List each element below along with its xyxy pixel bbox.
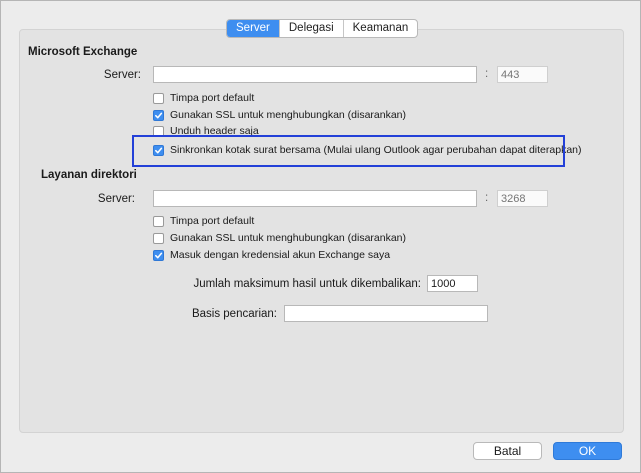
directory-server-label: Server: <box>97 193 135 205</box>
exchange-port-input[interactable] <box>497 66 548 83</box>
checkbox-box[interactable] <box>153 215 164 227</box>
directory-heading: Layanan direktori <box>41 169 137 181</box>
exchange-ssl-checkbox[interactable]: Gunakan SSL untuk menghubungkan (disaran… <box>153 109 406 121</box>
advanced-settings-window: Server Delegasi Keamanan Microsoft Excha… <box>0 0 641 473</box>
exchange-port-colon: : <box>485 68 489 80</box>
directory-port-colon: : <box>485 192 489 204</box>
checkbox-label: Timpa port default <box>170 92 255 104</box>
exchange-server-label: Server: <box>103 69 141 81</box>
highlight-box <box>132 135 565 167</box>
ok-button[interactable]: OK <box>553 442 622 460</box>
settings-panel <box>19 29 624 433</box>
directory-login-credentials-checkbox[interactable]: Masuk dengan kredensial akun Exchange sa… <box>153 249 390 261</box>
search-base-label: Basis pencarian: <box>191 308 277 320</box>
directory-port-input[interactable] <box>497 190 548 207</box>
exchange-override-port-checkbox[interactable]: Timpa port default <box>153 92 254 104</box>
tab-keamanan[interactable]: Keamanan <box>342 20 418 37</box>
tab-bar: Server Delegasi Keamanan <box>226 19 419 38</box>
checkbox-label: Gunakan SSL untuk menghubungkan (disaran… <box>170 232 407 244</box>
max-results-input[interactable] <box>427 275 478 292</box>
directory-ssl-checkbox[interactable]: Gunakan SSL untuk menghubungkan (disaran… <box>153 232 406 244</box>
cancel-button[interactable]: Batal <box>473 442 542 460</box>
exchange-server-input[interactable] <box>153 66 477 83</box>
tab-server[interactable]: Server <box>227 20 279 37</box>
tab-delegasi[interactable]: Delegasi <box>278 20 343 37</box>
checkbox-box[interactable] <box>153 92 164 104</box>
exchange-heading: Microsoft Exchange <box>28 46 138 58</box>
directory-override-port-checkbox[interactable]: Timpa port default <box>153 215 254 227</box>
checkbox-box[interactable] <box>153 249 164 261</box>
checkbox-label: Timpa port default <box>170 215 255 227</box>
search-base-input[interactable] <box>284 305 488 322</box>
max-results-label: Jumlah maksimum hasil untuk dikembalikan… <box>193 278 421 290</box>
checkbox-box[interactable] <box>153 109 164 121</box>
checkbox-label: Masuk dengan kredensial akun Exchange sa… <box>170 249 391 261</box>
directory-server-input[interactable] <box>153 190 477 207</box>
checkbox-label: Gunakan SSL untuk menghubungkan (disaran… <box>170 109 407 121</box>
checkbox-box[interactable] <box>153 232 164 244</box>
